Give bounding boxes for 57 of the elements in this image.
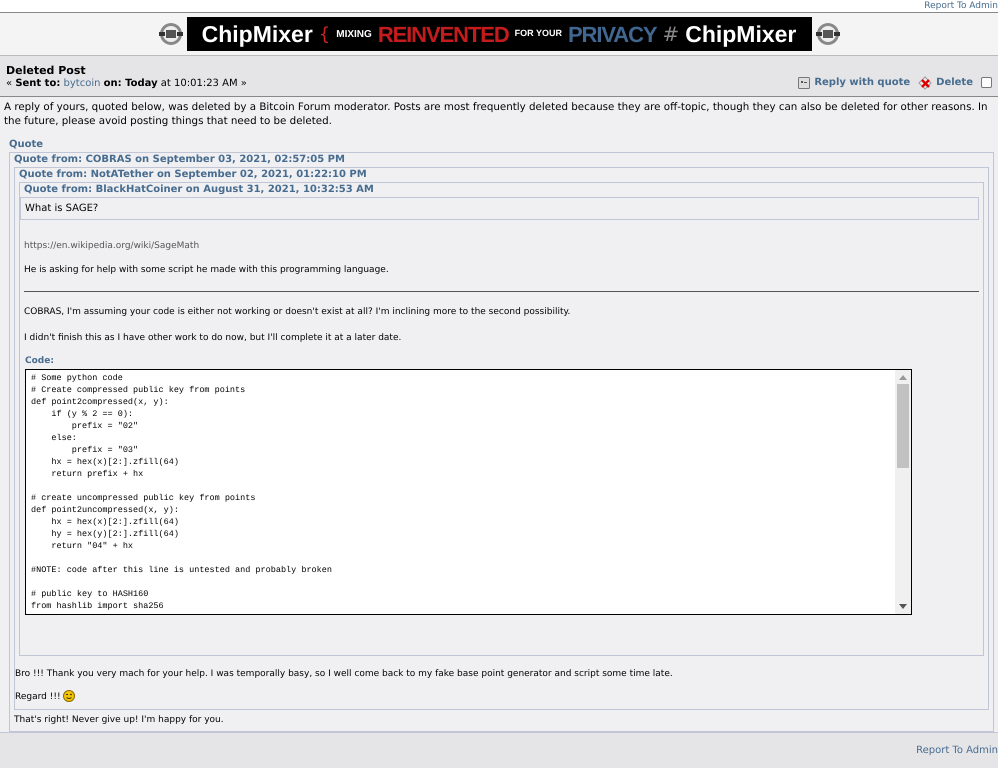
post-meta: « Sent to: bytcoin on: Today at 10:01:23 AM »: [6, 77, 247, 90]
banner-brace: {: [318, 22, 330, 46]
code-line: # create uncompressed public key from points: [31, 492, 256, 504]
post-text: That's right! Never give up! I'm happy for you.: [14, 714, 225, 726]
code-line: return "04" + hx: [50, 540, 134, 552]
banner[interactable]: ChipMixer { MIXING REINVENTED FOR YOUR PRIVACY # ChipMixer: [186, 17, 812, 51]
code-line: hx = hex(x)[2:].zfill(64): [50, 456, 179, 468]
reply-icon: [798, 76, 810, 88]
banner-brand: ChipMixer: [202, 20, 313, 49]
code-line: # public key to HASH160: [31, 588, 148, 600]
post-text: Regard !!!: [15, 691, 61, 704]
chip-icon: [158, 22, 182, 46]
code-line: hy = hex(y)[2:].zfill(64): [50, 528, 179, 540]
code-line: from hashlib import sha256: [31, 600, 164, 612]
banner-word: PRIVACY: [568, 20, 656, 48]
post-text: COBRAS, I'm assuming your code is either not working or doesn't exist at all? I'm inclining more to the second possibility.: [24, 306, 572, 319]
code-line: def point2uncompressed(x, y):: [31, 504, 179, 516]
post-title: Deleted Post: [6, 64, 87, 77]
code-line: def point2compressed(x, y):: [31, 396, 169, 408]
code-line: if (y % 2 == 0):: [50, 408, 134, 420]
notice-text: A reply of yours, quoted below, was deleted by a Bitcoin Forum moderator. Posts are most frequently deleted because they are off-topic, though they can also be deleted for other reasons. In the future, please avoid posting things that need to be deleted.: [4, 100, 989, 128]
code-line: # Some python code: [31, 372, 123, 384]
code-line: prefix = "02": [70, 420, 138, 432]
scroll-thumb[interactable]: [897, 384, 909, 468]
banner-brand: ChipMixer: [685, 20, 796, 49]
quote-header[interactable]: Quote from: BlackHatCoiner on August 31, 2021, 10:32:53 AM: [24, 183, 979, 197]
banner-word: FOR YOUR: [514, 27, 562, 40]
code-line: prefix = "03": [70, 444, 138, 456]
scroll-up-icon[interactable]: [899, 374, 907, 380]
scroll-down-icon[interactable]: [899, 604, 907, 610]
chip-icon: [816, 22, 840, 46]
reply-with-quote-link[interactable]: Reply with quote: [814, 75, 910, 90]
banner-word: MIXING: [336, 28, 372, 42]
wink-smiley-icon: [62, 690, 75, 702]
code-label: Code:: [25, 355, 55, 368]
banner-hash: #: [662, 21, 680, 48]
post-text: Bro !!! Thank you very mach for your help. I was temporally basy, so I well come back to my fake base point generator and script some time late.: [15, 668, 674, 680]
delete-link[interactable]: Delete: [936, 75, 973, 90]
delete-icon: [918, 76, 932, 90]
quote-label[interactable]: Quote: [9, 138, 994, 152]
quote-header[interactable]: Quote from: COBRAS on September 03, 2021, 02:57:05 PM: [14, 153, 989, 167]
post-text: I didn't finish this as I have other work to do now, but I'll complete it at a later date.: [24, 332, 402, 344]
post-text: He is asking for help with some script he made with this programming language.: [24, 264, 390, 276]
code-line: #NOTE: code after this line is untested and probably broken: [31, 564, 332, 576]
scrollbar[interactable]: [895, 370, 911, 614]
code-line: hx = hex(x)[2:].zfill(64): [50, 516, 179, 528]
user-link[interactable]: bytcoin: [64, 78, 100, 89]
report-link[interactable]: Report To Admin: [924, 0, 998, 12]
quote-body: What is SAGE?: [20, 197, 979, 220]
banner-word: REINVENTED: [378, 20, 509, 48]
quote-header[interactable]: Quote from: NotATether on September 02, 2021, 01:22:10 PM: [19, 168, 984, 182]
code-line: # Create compressed public key from points: [31, 384, 246, 396]
select-checkbox[interactable]: [981, 77, 992, 88]
wiki-link[interactable]: https://en.wikipedia.org/wiki/SageMath: [24, 240, 979, 254]
code-line: return prefix + hx: [50, 468, 144, 480]
report-link[interactable]: Report To Admin: [916, 743, 998, 758]
code-line: else:: [50, 432, 77, 444]
